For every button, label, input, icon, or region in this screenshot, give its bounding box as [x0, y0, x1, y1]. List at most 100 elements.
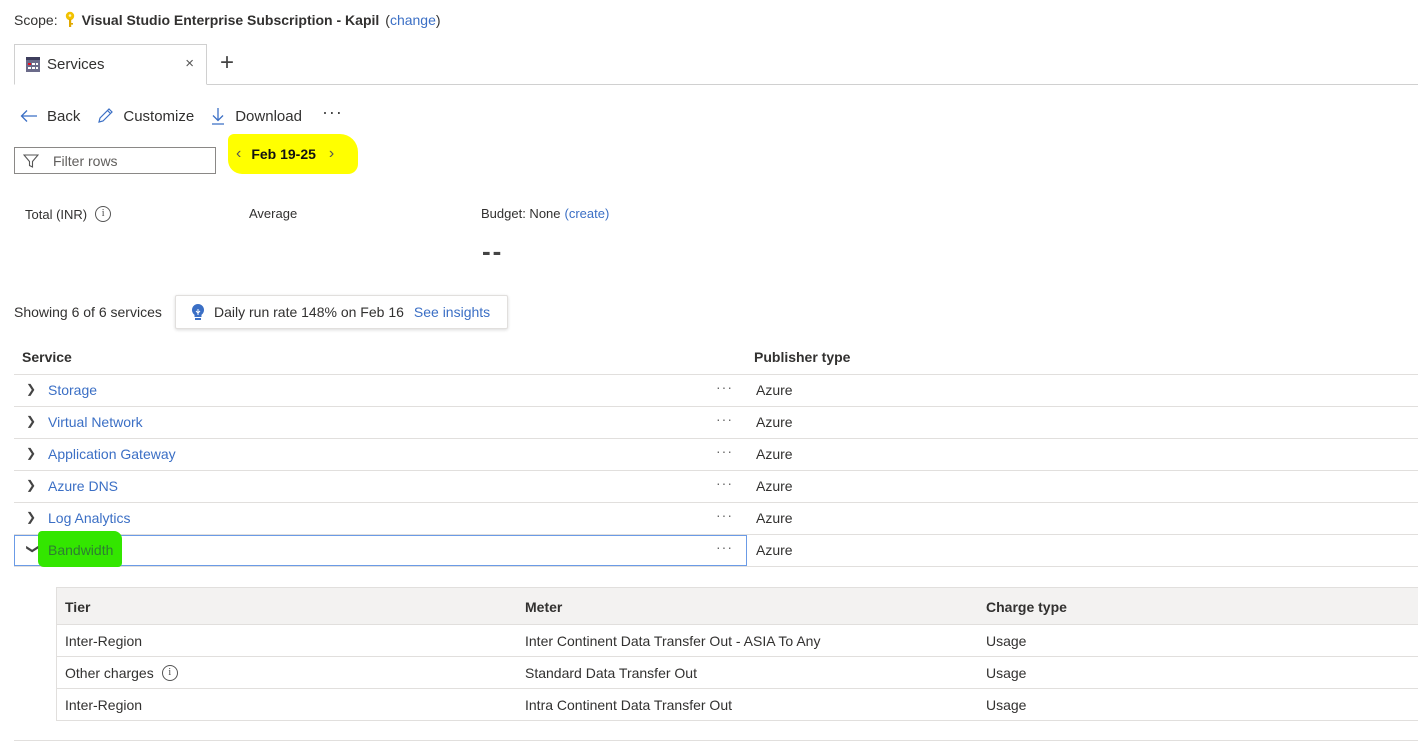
total-kpi: Total (INR) i — [25, 206, 112, 222]
tier-value: Inter-Region — [65, 633, 143, 649]
detail-row: Inter-Region Inter Continent Data Transf… — [57, 625, 1418, 657]
back-button[interactable]: Back — [20, 108, 80, 125]
budget-label: Budget: None — [481, 206, 561, 221]
service-link[interactable]: Storage — [48, 382, 97, 398]
service-link[interactable]: Bandwidth — [48, 542, 113, 558]
collapse-chevron-icon[interactable]: ❯ — [26, 544, 40, 554]
info-icon[interactable]: i — [95, 206, 112, 222]
row-more-button[interactable]: ··· — [716, 443, 733, 459]
tier-value: Inter-Region — [65, 697, 143, 713]
back-label: Back — [47, 107, 81, 125]
detail-table-header: Tier Meter Charge type — [57, 587, 1418, 625]
row-more-button[interactable]: ··· — [716, 379, 733, 395]
bandwidth-detail-table: Tier Meter Charge type Inter-Region Inte… — [56, 587, 1418, 721]
average-kpi: Average — [249, 206, 297, 221]
publisher-type: Azure — [756, 542, 793, 558]
showing-count: Showing 6 of 6 services — [14, 304, 162, 320]
column-service[interactable]: Service — [22, 349, 72, 365]
date-range-label[interactable]: Feb 19-25 — [251, 146, 316, 162]
filter-icon — [23, 153, 39, 168]
expand-chevron-icon[interactable]: ❯ — [26, 478, 36, 492]
charge-type-cell: Usage — [986, 665, 1027, 681]
row-more-button[interactable]: ··· — [716, 539, 733, 555]
service-link[interactable]: Log Analytics — [48, 510, 131, 526]
filter-rows-input[interactable] — [53, 152, 203, 169]
expand-chevron-icon[interactable]: ❯ — [26, 414, 36, 428]
next-period-chevron-icon[interactable]: › — [329, 145, 334, 163]
detail-row: Other charges i Standard Data Transfer Ou… — [57, 657, 1418, 689]
customize-button[interactable]: Customize — [96, 107, 194, 125]
cost-analysis-icon — [25, 56, 41, 73]
see-insights-link[interactable]: See insights — [414, 304, 490, 320]
tier-cell: Inter-Region — [65, 697, 142, 713]
subscription-name: Visual Studio Enterprise Subscription - … — [81, 12, 380, 28]
meter-cell: Intra Continent Data Transfer Out — [525, 697, 732, 713]
detail-row: Inter-Region Intra Continent Data Transf… — [57, 689, 1418, 721]
scope-bar: Scope: Visual Studio Enterprise Subscrip… — [14, 11, 441, 29]
table-row[interactable]: ❯ Virtual Network ··· Azure — [14, 407, 1418, 439]
divider — [14, 740, 1418, 741]
table-row[interactable]: ❯ Application Gateway ··· Azure — [14, 439, 1418, 471]
pencil-icon — [98, 108, 114, 123]
row-more-button[interactable]: ··· — [716, 507, 733, 523]
download-button[interactable]: Download — [210, 107, 302, 125]
toolbar: Back Customize Download ··· — [20, 102, 343, 128]
publisher-type: Azure — [756, 382, 793, 398]
budget-kpi: Budget: None (create) — [481, 206, 609, 221]
column-publisher-type[interactable]: Publisher type — [754, 349, 850, 365]
average-label: Average — [249, 206, 298, 221]
column-meter[interactable]: Meter — [525, 599, 562, 615]
insight-card: Daily run rate 148% on Feb 16 See insigh… — [175, 295, 508, 329]
charge-type-cell: Usage — [986, 633, 1027, 649]
service-link[interactable]: Azure DNS — [48, 478, 118, 494]
filter-box — [14, 147, 216, 174]
expand-chevron-icon[interactable]: ❯ — [26, 510, 36, 524]
table-row[interactable]: ❯ Azure DNS ··· Azure — [14, 471, 1418, 503]
close-tab-icon[interactable]: × — [185, 55, 194, 72]
add-tab-button[interactable]: + — [220, 51, 234, 75]
paren-close: ) — [435, 12, 441, 28]
meter-cell: Inter Continent Data Transfer Out - ASIA… — [525, 633, 821, 649]
expand-chevron-icon[interactable]: ❯ — [26, 382, 36, 396]
change-scope-wrap: (change) — [385, 12, 440, 28]
row-more-button[interactable]: ··· — [716, 411, 733, 427]
create-budget-link[interactable]: (create) — [565, 206, 610, 221]
services-table: Service Publisher type ❯ Storage ··· Azu… — [14, 342, 1418, 567]
row-more-button[interactable]: ··· — [716, 475, 733, 491]
insight-text: Daily run rate 148% on Feb 16 — [214, 304, 404, 320]
service-link[interactable]: Application Gateway — [48, 446, 176, 462]
service-link[interactable]: Virtual Network — [48, 414, 143, 430]
table-row[interactable]: ❯ Storage ··· Azure — [14, 375, 1418, 407]
tab-services[interactable]: Services × — [14, 44, 207, 85]
scope-label: Scope: — [14, 12, 58, 28]
change-scope-link[interactable]: change — [390, 12, 436, 28]
services-table-header: Service Publisher type — [14, 342, 1418, 375]
tier-cell: Inter-Region — [65, 633, 142, 649]
tier-cell: Other charges i — [65, 665, 178, 681]
more-actions-button[interactable]: ··· — [322, 102, 343, 123]
tab-bar: Services × + — [14, 44, 1418, 85]
publisher-type: Azure — [756, 478, 793, 494]
total-label: Total (INR) — [25, 206, 88, 222]
tier-value: Other charges — [65, 665, 154, 681]
key-icon — [64, 11, 76, 29]
expand-chevron-icon[interactable]: ❯ — [26, 446, 36, 460]
tab-label: Services — [47, 56, 105, 73]
column-tier[interactable]: Tier — [65, 599, 90, 615]
meter-cell: Standard Data Transfer Out — [525, 665, 697, 681]
column-charge-type[interactable]: Charge type — [986, 599, 1067, 615]
table-row-selected[interactable]: ❯ Bandwidth ··· Azure — [14, 531, 1418, 567]
info-icon[interactable]: i — [161, 665, 178, 681]
download-icon — [212, 108, 225, 125]
back-arrow-icon — [20, 110, 37, 122]
budget-value: -- — [482, 236, 504, 266]
table-row[interactable]: ❯ Log Analytics ··· Azure — [14, 503, 1418, 535]
publisher-type: Azure — [756, 414, 793, 430]
publisher-type: Azure — [756, 446, 793, 462]
charge-type-cell: Usage — [986, 697, 1027, 713]
publisher-type: Azure — [756, 510, 793, 526]
date-range-picker: ‹ Feb 19-25 › — [228, 134, 358, 174]
customize-label: Customize — [123, 107, 195, 125]
prev-period-chevron-icon[interactable]: ‹ — [236, 145, 241, 163]
lightbulb-icon — [190, 303, 206, 321]
